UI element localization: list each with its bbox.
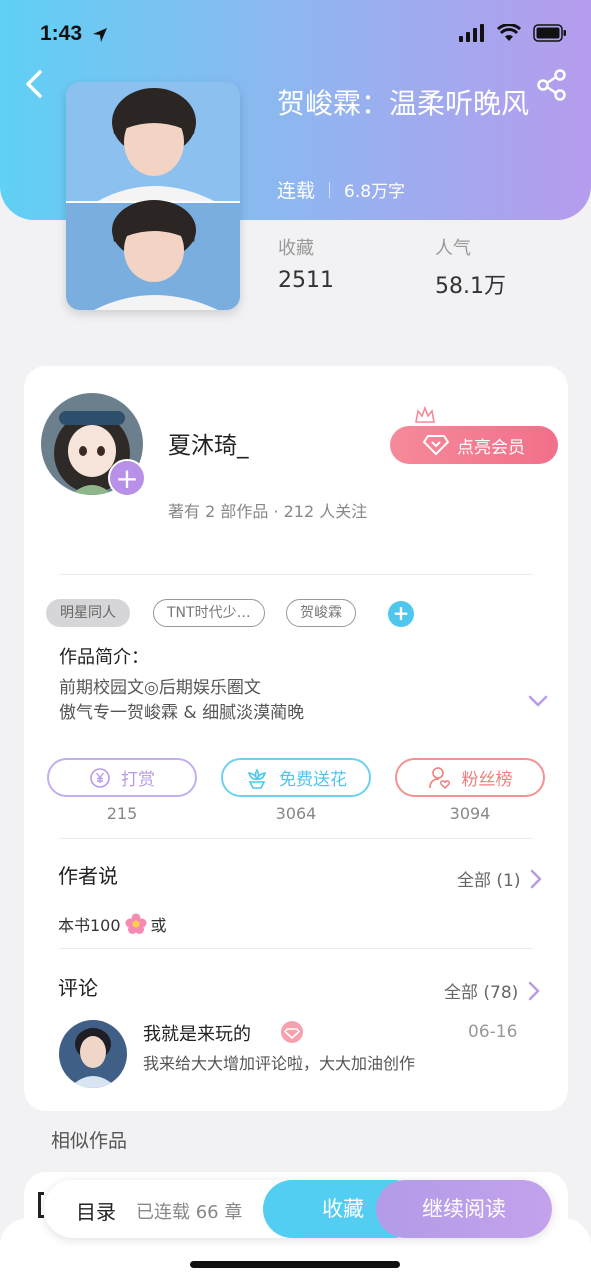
meta-divider: [329, 181, 331, 198]
stat-value: 2511: [278, 268, 334, 293]
divider: [59, 948, 533, 949]
book-title: 贺峻霖：温柔听晚风: [277, 87, 530, 120]
stat-value: 58.1万: [435, 274, 506, 299]
wifi-icon: [497, 24, 521, 41]
chevron-right-icon: [531, 869, 542, 888]
book-status: 连载: [277, 180, 316, 202]
stat-favorites: 收藏 2511: [278, 234, 334, 293]
commenter-avatar-image: [59, 1020, 127, 1088]
divider: [59, 574, 533, 575]
comments-more-label: 全部 (78): [444, 983, 519, 1003]
chevron-left-icon: [26, 70, 42, 98]
tip-label: 打赏: [121, 770, 155, 790]
author-say-text: 本书100 或: [58, 912, 167, 936]
back-button[interactable]: [20, 66, 48, 102]
stat-label: 收藏: [278, 238, 314, 259]
battery-icon: [533, 24, 566, 42]
intro-line: 前期校园文◎后期娱乐圈文: [59, 678, 261, 698]
comments-more-link[interactable]: 全部 (78): [444, 978, 540, 1003]
status-bar: 1:43: [0, 0, 591, 70]
author-name[interactable]: 夏沐琦_: [168, 426, 249, 460]
author-say-more-link[interactable]: 全部 (1): [457, 866, 542, 891]
intro-line: 傲气专一贺峻霖 & 细腻淡漠蔺晚: [59, 703, 305, 723]
flower-count: 3064: [275, 804, 317, 823]
flower-icon: [247, 767, 267, 789]
book-cover[interactable]: [66, 82, 240, 310]
stat-label: 人气: [435, 238, 471, 259]
fan-user-icon: [428, 766, 450, 789]
chapters-count: 已连载 66 章: [136, 1202, 243, 1223]
location-arrow-icon: [93, 28, 107, 42]
vip-diamond-icon: [281, 1021, 303, 1043]
diamond-icon: [423, 435, 449, 456]
tag-star-fanfic[interactable]: 明星同人: [46, 599, 130, 627]
book-meta: 连载 6.8万字: [277, 176, 405, 203]
flower-emoji-icon: [125, 913, 147, 934]
word-count: 6.8万字: [344, 182, 406, 202]
signal-icon: [459, 24, 484, 42]
author-say-more-label: 全部 (1): [457, 871, 521, 891]
tip-count: 215: [106, 804, 138, 823]
follow-author-button[interactable]: +: [108, 459, 146, 497]
cover-image: [66, 82, 240, 310]
similar-works-title: 相似作品: [51, 1130, 128, 1152]
free-flower-button[interactable]: 免费送花: [221, 758, 371, 797]
author-say-title: 作者说: [58, 864, 118, 888]
plus-icon: +: [115, 462, 139, 495]
continue-reading-button[interactable]: 继续阅读: [376, 1180, 552, 1238]
yen-coin-icon: [90, 767, 110, 788]
tip-button[interactable]: 打赏: [47, 758, 197, 797]
author-summary: 著有 2 部作品 · 212 人关注: [168, 502, 368, 521]
author-say-text-after: 或: [150, 916, 167, 935]
tag-he-junlin[interactable]: 贺峻霖: [286, 599, 356, 627]
activate-vip-button[interactable]: 点亮会员: [390, 426, 558, 464]
bottom-action-bar: 目录 已连载 66 章 收藏 继续阅读: [44, 1180, 552, 1238]
fan-ranking-button[interactable]: 粉丝榜: [395, 758, 545, 797]
plus-icon: +: [392, 601, 410, 625]
divider: [59, 838, 533, 839]
vip-button-label: 点亮会员: [457, 437, 525, 458]
detail-card: + 夏沐琦_ 著有 2 部作品 · 212 人关注 点亮会员 明星同人 TNT时…: [24, 366, 568, 1111]
fan-ranking-count: 3094: [449, 804, 491, 823]
tag-tnt[interactable]: TNT时代少…: [153, 599, 265, 627]
crown-icon: [415, 406, 435, 423]
fan-ranking-label: 粉丝榜: [461, 770, 513, 790]
bracket-mark: [38, 1192, 44, 1218]
intro-text: 前期校园文◎后期娱乐圈文 傲气专一贺峻霖 & 细腻淡漠蔺晚: [59, 676, 304, 726]
comments-title: 评论: [58, 976, 98, 1000]
chevron-down-icon[interactable]: [528, 694, 548, 708]
commenter-avatar[interactable]: [59, 1020, 127, 1088]
comment-text: 我来给大大增加评论啦，大大加油创作: [143, 1054, 416, 1073]
flower-label: 免费送花: [279, 770, 347, 790]
home-indicator: [190, 1261, 400, 1268]
comment-date: 06-16: [468, 1022, 518, 1042]
toc-button[interactable]: 目录: [76, 1196, 116, 1225]
share-icon: [537, 69, 566, 101]
stat-popularity: 人气 58.1万: [435, 234, 506, 300]
status-time: 1:43: [40, 22, 83, 45]
author-say-text-before: 本书100: [58, 916, 121, 935]
add-tag-button[interactable]: +: [388, 601, 414, 627]
commenter-name[interactable]: 我就是来玩的: [143, 1020, 251, 1046]
share-button[interactable]: [535, 68, 569, 102]
intro-label: 作品简介：: [59, 647, 149, 668]
chevron-right-icon: [529, 981, 540, 1000]
